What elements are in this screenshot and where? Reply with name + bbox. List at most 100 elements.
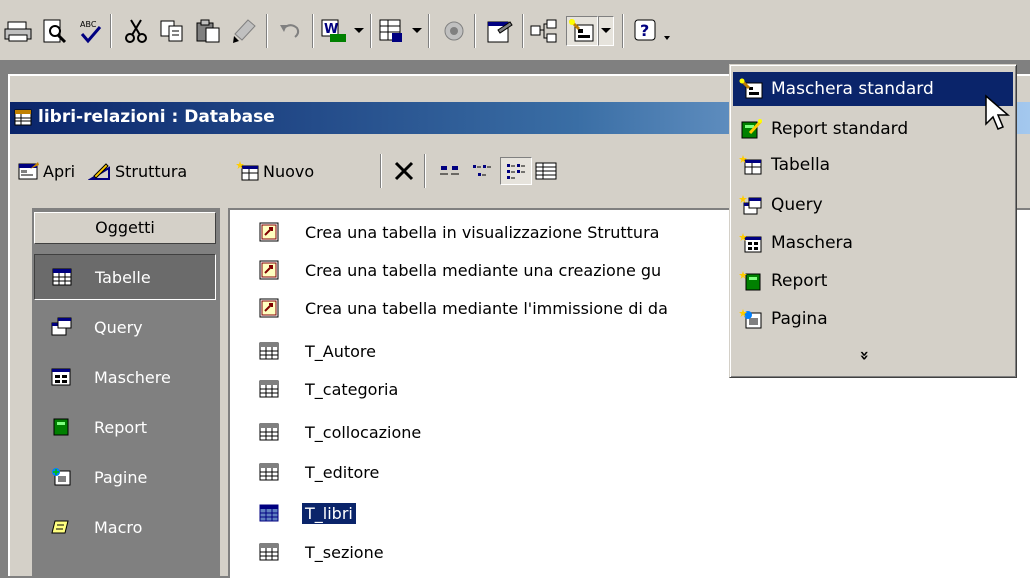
table-icon xyxy=(259,380,279,398)
list-item[interactable]: Crea una tabella in visualizzazione Stru… xyxy=(258,218,662,246)
large-icons-icon xyxy=(440,166,459,175)
list-item-label: T_Autore xyxy=(305,341,376,361)
new-table-icon xyxy=(739,155,762,175)
new-label: Nuovo xyxy=(263,161,315,181)
objects-header[interactable]: Oggetti xyxy=(34,212,216,244)
print-icon[interactable] xyxy=(2,16,34,46)
properties-icon[interactable] xyxy=(484,16,516,46)
table-icon xyxy=(259,463,279,481)
analyze-icon[interactable] xyxy=(376,16,408,46)
open-label: Apri xyxy=(43,161,76,181)
menu-item-autoreport[interactable]: Report standard xyxy=(733,112,1013,146)
macro-icon xyxy=(51,520,69,534)
objects-item-label: Report xyxy=(94,417,148,437)
copy-icon[interactable] xyxy=(156,16,188,46)
table-icon xyxy=(259,543,279,561)
form-icon xyxy=(51,368,71,386)
new-page-icon xyxy=(739,309,762,329)
large-icons-button[interactable] xyxy=(438,157,462,185)
new-query-icon xyxy=(739,195,762,215)
relationships-icon[interactable] xyxy=(528,16,560,46)
new-table-icon xyxy=(236,161,259,181)
objects-item-label: Maschere xyxy=(94,367,171,387)
wizard-shortcut-icon xyxy=(259,298,279,318)
delete-icon xyxy=(394,161,414,181)
format-painter-icon[interactable] xyxy=(228,16,260,46)
new-report-icon xyxy=(739,271,761,291)
menu-item-label: Report standard xyxy=(771,119,909,139)
menu-item-query[interactable]: Query xyxy=(733,188,1013,222)
list-item-label: T_collocazione xyxy=(305,422,422,442)
open-button[interactable]: Apri xyxy=(16,157,75,185)
svg-text:ABC: ABC xyxy=(80,20,97,29)
details-view-icon xyxy=(535,162,557,180)
objects-item-pages[interactable]: Pagine xyxy=(34,454,216,500)
autoform-icon xyxy=(739,78,763,99)
code-icon[interactable] xyxy=(438,16,470,46)
list-item-label: Crea una tabella mediante una creazione … xyxy=(305,260,662,280)
svg-text:?: ? xyxy=(640,21,649,40)
list-item[interactable]: T_categoria xyxy=(258,375,401,403)
menu-expand-chevron[interactable]: » xyxy=(856,350,875,360)
design-label: Struttura xyxy=(115,161,188,181)
menu-item-label: Maschera xyxy=(771,233,853,253)
list-item[interactable]: T_collocazione xyxy=(258,418,424,446)
new-button[interactable]: Nuovo xyxy=(236,157,314,185)
list-item[interactable]: T_sezione xyxy=(258,538,387,566)
report-icon xyxy=(53,418,69,436)
details-view-button[interactable] xyxy=(534,157,558,185)
cut-icon[interactable] xyxy=(120,16,152,46)
list-item-label: T_sezione xyxy=(305,542,384,562)
list-item-label: Crea una tabella in visualizzazione Stru… xyxy=(305,222,660,242)
spelling-icon[interactable]: ABC xyxy=(74,16,106,46)
office-links-icon[interactable]: W xyxy=(318,16,350,46)
small-icons-button[interactable] xyxy=(470,157,494,185)
help-icon[interactable]: ? xyxy=(630,16,662,46)
print-preview-icon[interactable] xyxy=(38,16,70,46)
objects-item-queries[interactable]: Query xyxy=(34,304,216,350)
menu-item-report[interactable]: Report xyxy=(733,264,1013,298)
open-icon xyxy=(18,162,39,180)
list-item-label: T_editore xyxy=(305,462,380,482)
menu-item-table[interactable]: Tabella xyxy=(733,148,1013,182)
wizard-shortcut-icon xyxy=(259,222,279,242)
new-form-icon xyxy=(739,233,762,253)
menu-item-label: Report xyxy=(771,271,828,291)
objects-item-label: Pagine xyxy=(94,467,148,487)
main-toolbar: ABC W ? xyxy=(0,0,1030,61)
list-view-icon xyxy=(507,164,525,179)
menu-item-label: Pagina xyxy=(771,309,828,329)
objects-item-macros[interactable]: Macro xyxy=(34,504,216,550)
small-icons-icon xyxy=(473,165,491,176)
objects-item-tables[interactable]: Tabelle xyxy=(34,254,216,300)
list-item-selected[interactable]: T_libri xyxy=(258,499,357,527)
mouse-cursor-icon xyxy=(985,94,1010,130)
database-title: libri-relazioni : Database xyxy=(38,107,275,127)
list-item[interactable]: T_Autore xyxy=(258,337,379,365)
list-item[interactable]: Crea una tabella mediante una creazione … xyxy=(258,256,664,284)
database-icon xyxy=(14,109,32,126)
undo-icon[interactable] xyxy=(274,16,306,46)
list-item[interactable]: T_editore xyxy=(258,458,382,486)
objects-item-forms[interactable]: Maschere xyxy=(34,354,216,400)
list-item[interactable]: Crea una tabella mediante l'immissione d… xyxy=(258,294,671,322)
objects-item-label: Macro xyxy=(94,517,143,537)
page-icon xyxy=(52,468,71,486)
list-view-button[interactable] xyxy=(500,157,532,185)
design-button[interactable]: Struttura xyxy=(88,157,187,185)
paste-icon[interactable] xyxy=(192,16,224,46)
table-icon xyxy=(52,268,72,286)
menu-item-form[interactable]: Maschera xyxy=(733,226,1013,260)
new-object-autoform-icon[interactable] xyxy=(566,16,598,46)
objects-item-reports[interactable]: Report xyxy=(34,404,216,450)
table-icon xyxy=(259,342,279,360)
delete-button[interactable] xyxy=(392,157,416,185)
menu-item-page[interactable]: Pagina xyxy=(733,302,1013,336)
menu-item-autoform[interactable]: Maschera standard xyxy=(733,72,1013,106)
query-icon xyxy=(51,317,72,336)
list-item-label: T_categoria xyxy=(305,379,399,399)
table-icon xyxy=(259,423,279,441)
menu-item-label: Tabella xyxy=(771,155,831,175)
menu-item-label: Maschera standard xyxy=(771,79,934,99)
autoreport-icon xyxy=(741,119,763,139)
